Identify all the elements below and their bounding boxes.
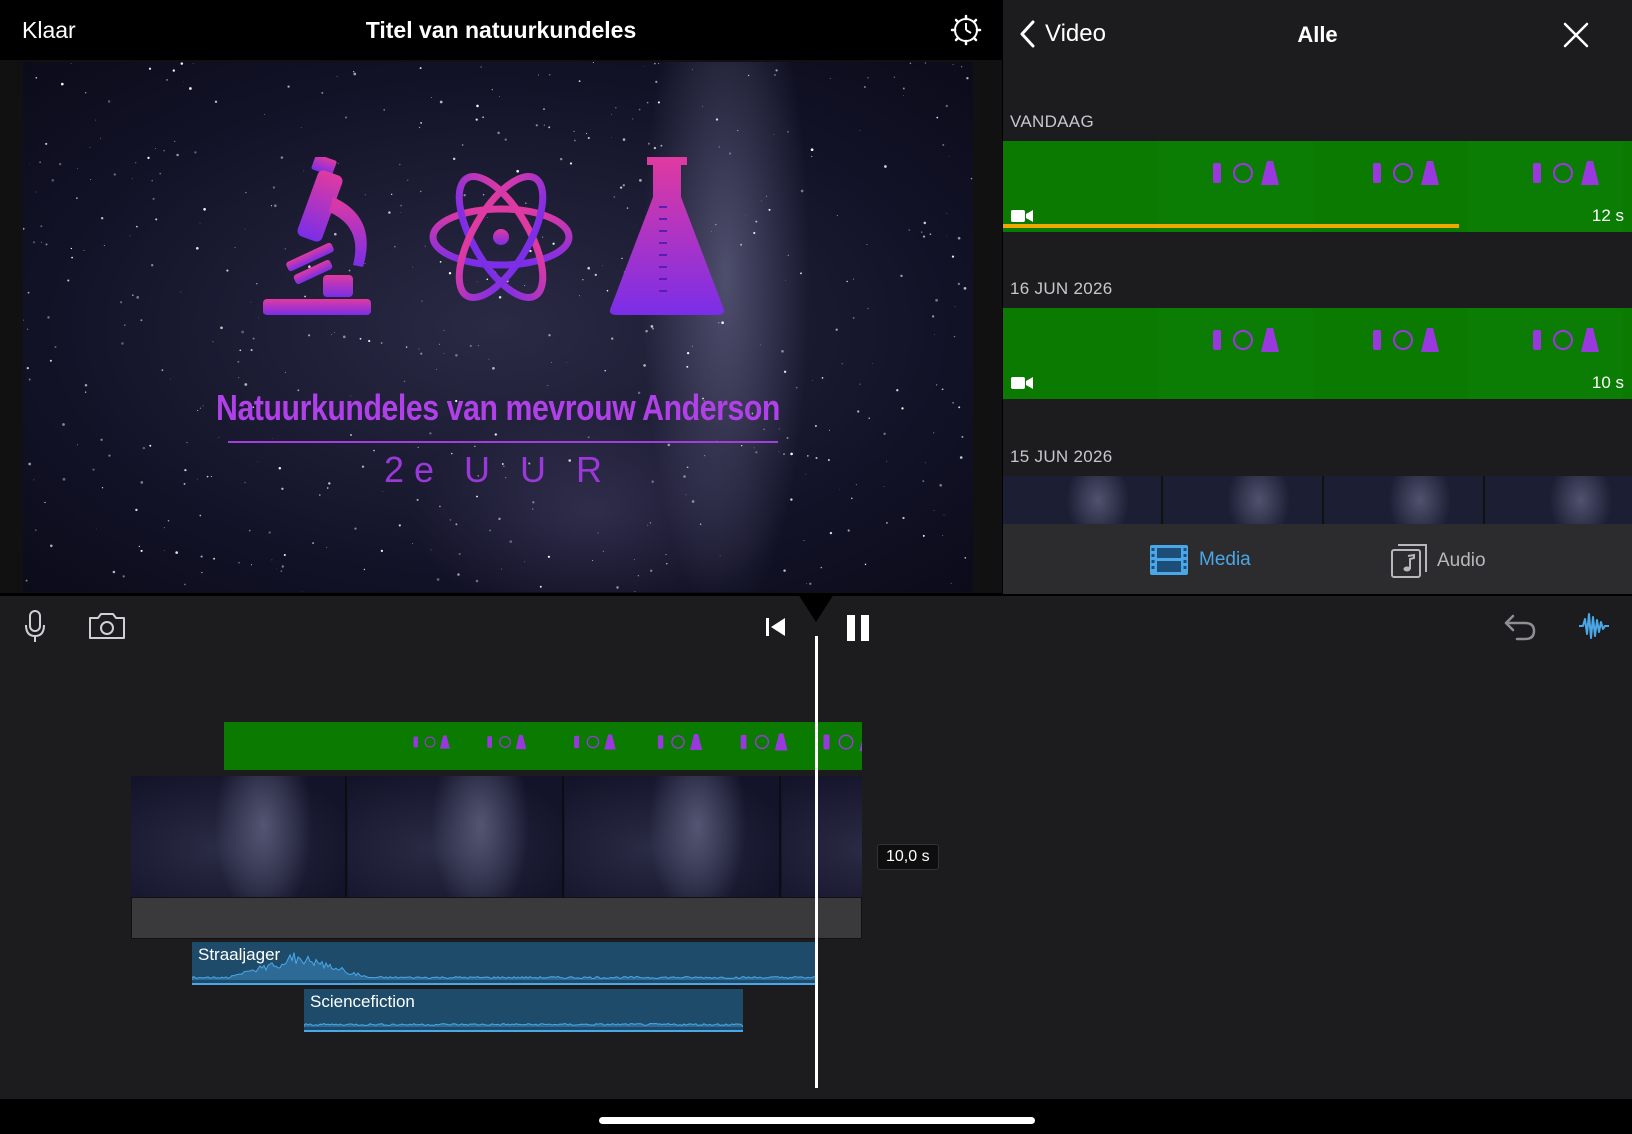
clip-duration-badge: 10,0 s (877, 844, 939, 870)
chevron-left-icon (1020, 20, 1035, 48)
preview-title-line1: Natuurkundeles van mevrouw Anderson (216, 387, 780, 428)
microphone-icon[interactable] (24, 610, 46, 644)
home-indicator[interactable] (599, 1117, 1035, 1124)
pause-icon[interactable] (846, 614, 872, 642)
video-camera-icon (1011, 377, 1033, 389)
camera-icon[interactable] (88, 612, 126, 640)
skip-to-start-icon[interactable] (765, 616, 787, 638)
media-clip[interactable]: 10 s (1003, 308, 1632, 399)
audio-waveform (192, 952, 816, 980)
clip-duration: 12 s (1591, 206, 1624, 225)
close-icon[interactable] (1563, 22, 1589, 48)
playback-progress (1003, 224, 1459, 228)
video-clip[interactable] (131, 776, 862, 897)
audio-clip-sciencefiction[interactable]: Sciencefiction (304, 989, 743, 1032)
preview-title-line2: 2e U U R (383, 449, 613, 490)
section-label-date: 16 JUN 2026 (1010, 279, 1113, 298)
clip-duration: 10 s (1591, 373, 1624, 392)
project-title: Titel van natuurkundeles (365, 17, 637, 43)
section-label-date: 15 JUN 2026 (1010, 447, 1113, 466)
gear-icon[interactable] (950, 14, 982, 46)
tab-media-label: Media (1199, 549, 1251, 570)
tab-audio-label: Audio (1437, 550, 1486, 571)
media-tab-bar: Media Audio (1003, 524, 1632, 594)
undo-icon[interactable] (1503, 612, 1537, 642)
video-clip-audio-area[interactable] (131, 897, 862, 939)
atom-icon (429, 172, 573, 302)
section-label-today: VANDAAG (1010, 112, 1094, 131)
flask-icon (609, 157, 725, 315)
music-note-icon (1391, 544, 1427, 578)
audio-clip-label: Sciencefiction (310, 992, 415, 1011)
audio-clip-straaljager[interactable]: Straaljager (192, 942, 816, 985)
starfield-background (23, 62, 973, 592)
film-strip-icon (1150, 545, 1188, 575)
microscope-icon (263, 157, 371, 315)
tab-media[interactable]: Media (1149, 544, 1251, 576)
preview-frame: Natuurkundeles van mevrouw Anderson 2e U… (23, 62, 973, 592)
media-clip[interactable]: 12 s (1003, 141, 1632, 232)
overlay-clip[interactable] (224, 722, 862, 770)
tab-audio[interactable]: Audio (1391, 544, 1486, 578)
video-preview[interactable]: Natuurkundeles van mevrouw Anderson 2e U… (0, 60, 1002, 593)
media-browser: Video Alle VANDAAG 12 s 16 JUN 2026 10 s… (1003, 0, 1632, 594)
back-label: Video (1045, 20, 1106, 47)
back-button[interactable]: Video (1019, 20, 1106, 48)
clip-thumbnails (1003, 308, 1623, 399)
audio-clip-label: Straaljager (198, 945, 281, 964)
title-underline (228, 441, 778, 443)
clip-thumbnails (1003, 141, 1623, 232)
video-camera-icon (1011, 210, 1033, 222)
audio-waveform-icon[interactable] (1578, 610, 1610, 642)
playhead-marker (798, 594, 834, 622)
playhead[interactable] (815, 636, 818, 1088)
top-bar: Klaar Titel van natuurkundeles (0, 0, 1002, 60)
science-icons (263, 157, 725, 315)
overlay-thumbnails (413, 733, 862, 751)
media-clip[interactable] (1003, 476, 1632, 524)
done-button[interactable]: Klaar (22, 17, 76, 44)
